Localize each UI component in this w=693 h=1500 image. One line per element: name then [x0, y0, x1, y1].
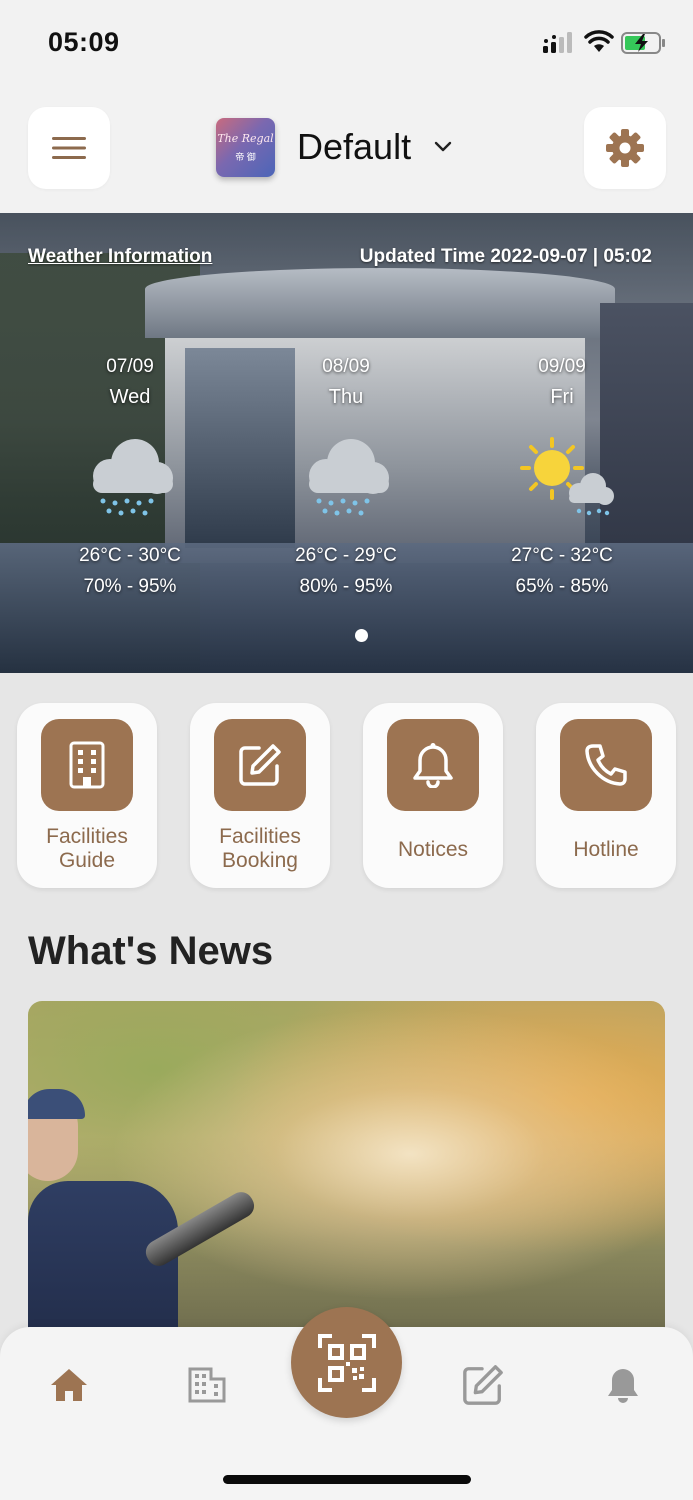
hotline-icon-box	[560, 719, 652, 811]
forecast-weekday: Thu	[328, 386, 364, 408]
edit-icon	[239, 744, 281, 786]
hotline-button[interactable]: Hotline	[536, 703, 676, 888]
logo-script-text: The Regal	[217, 132, 274, 145]
tab-notices[interactable]	[601, 1363, 645, 1407]
forecast-temperature: 26°C - 29°C	[295, 545, 397, 566]
facilities-guide-button[interactable]: Facilities Guide	[17, 703, 157, 888]
building-icon	[69, 741, 105, 789]
cellular-signal-icon	[543, 32, 572, 53]
facilities-booking-icon-box	[214, 719, 306, 811]
home-icon	[51, 1369, 87, 1401]
bell-icon	[608, 1369, 638, 1403]
forecast-humidity: 80% - 95%	[299, 576, 393, 597]
bell-icon	[413, 743, 453, 788]
notices-button[interactable]: Notices	[363, 703, 503, 888]
hotline-label: Hotline	[573, 838, 639, 861]
forecast-day: 09/09 Fri 27°C - 32°C 65% - 85%	[462, 356, 662, 598]
facilities-guide-label: Facilities Guide	[46, 825, 128, 872]
news-image-worker-cap	[28, 1089, 85, 1119]
app-header: The Regal 帝 御 Default	[0, 86, 693, 213]
sun-rain-icon	[520, 437, 614, 516]
home-indicator[interactable]	[223, 1475, 471, 1484]
notices-label: Notices	[397, 838, 469, 861]
logo-chinese-text: 帝 御	[235, 152, 256, 162]
forecast-date: 08/09	[322, 356, 370, 377]
forecast-weekday: Wed	[109, 386, 151, 408]
status-bar: 05:09	[0, 0, 693, 86]
facilities-booking-label: Facilities Booking	[219, 825, 301, 872]
news-card-image[interactable]	[28, 1001, 665, 1341]
forecast-temperature: 27°C - 32°C	[511, 545, 613, 566]
tab-facilities[interactable]	[185, 1363, 229, 1407]
weather-banner[interactable]: Weather Information Updated Time 2022-09…	[0, 213, 693, 673]
building-icon	[188, 1367, 226, 1403]
tab-booking[interactable]	[461, 1363, 505, 1407]
weather-information-link[interactable]: Weather Information	[28, 246, 212, 268]
qr-scan-button[interactable]	[291, 1307, 402, 1418]
forecast-day: 08/09 Thu 26°C - 29°C 80% - 95%	[246, 356, 446, 598]
carousel-page-indicator[interactable]	[355, 629, 368, 642]
menu-button[interactable]	[28, 107, 110, 189]
forecast-day: 07/09 Wed 26°C - 30°C 70% - 95%	[30, 356, 230, 598]
forecast-humidity: 70% - 95%	[83, 576, 177, 597]
whats-news-heading: What's News	[28, 929, 274, 973]
status-time: 05:09	[48, 27, 120, 57]
qr-code-icon	[317, 1333, 376, 1392]
settings-button[interactable]	[584, 107, 666, 189]
forecast-humidity: 65% - 85%	[515, 576, 609, 597]
menu-icon	[52, 137, 86, 159]
tab-home[interactable]	[47, 1363, 91, 1407]
gear-icon	[606, 129, 644, 167]
estate-logo[interactable]: The Regal 帝 御	[216, 118, 275, 177]
banner-bg-roof	[145, 268, 615, 338]
wifi-icon	[584, 30, 614, 52]
rain-cloud-icon	[93, 439, 173, 516]
facilities-guide-icon-box	[41, 719, 133, 811]
forecast-weekday: Fri	[550, 386, 574, 408]
rain-cloud-icon	[309, 439, 389, 516]
phone-icon	[585, 744, 627, 786]
forecast-date: 07/09	[106, 356, 154, 377]
edit-icon	[463, 1365, 503, 1405]
battery-charging-icon	[621, 32, 665, 54]
chevron-down-icon[interactable]	[433, 139, 453, 153]
forecast-date: 09/09	[538, 356, 586, 377]
facilities-booking-button[interactable]: Facilities Booking	[190, 703, 330, 888]
estate-selector-title[interactable]: Default	[297, 126, 411, 168]
forecast-temperature: 26°C - 30°C	[79, 545, 181, 566]
weather-updated-time: Updated Time 2022-09-07 | 05:02	[359, 246, 652, 267]
notices-icon-box	[387, 719, 479, 811]
